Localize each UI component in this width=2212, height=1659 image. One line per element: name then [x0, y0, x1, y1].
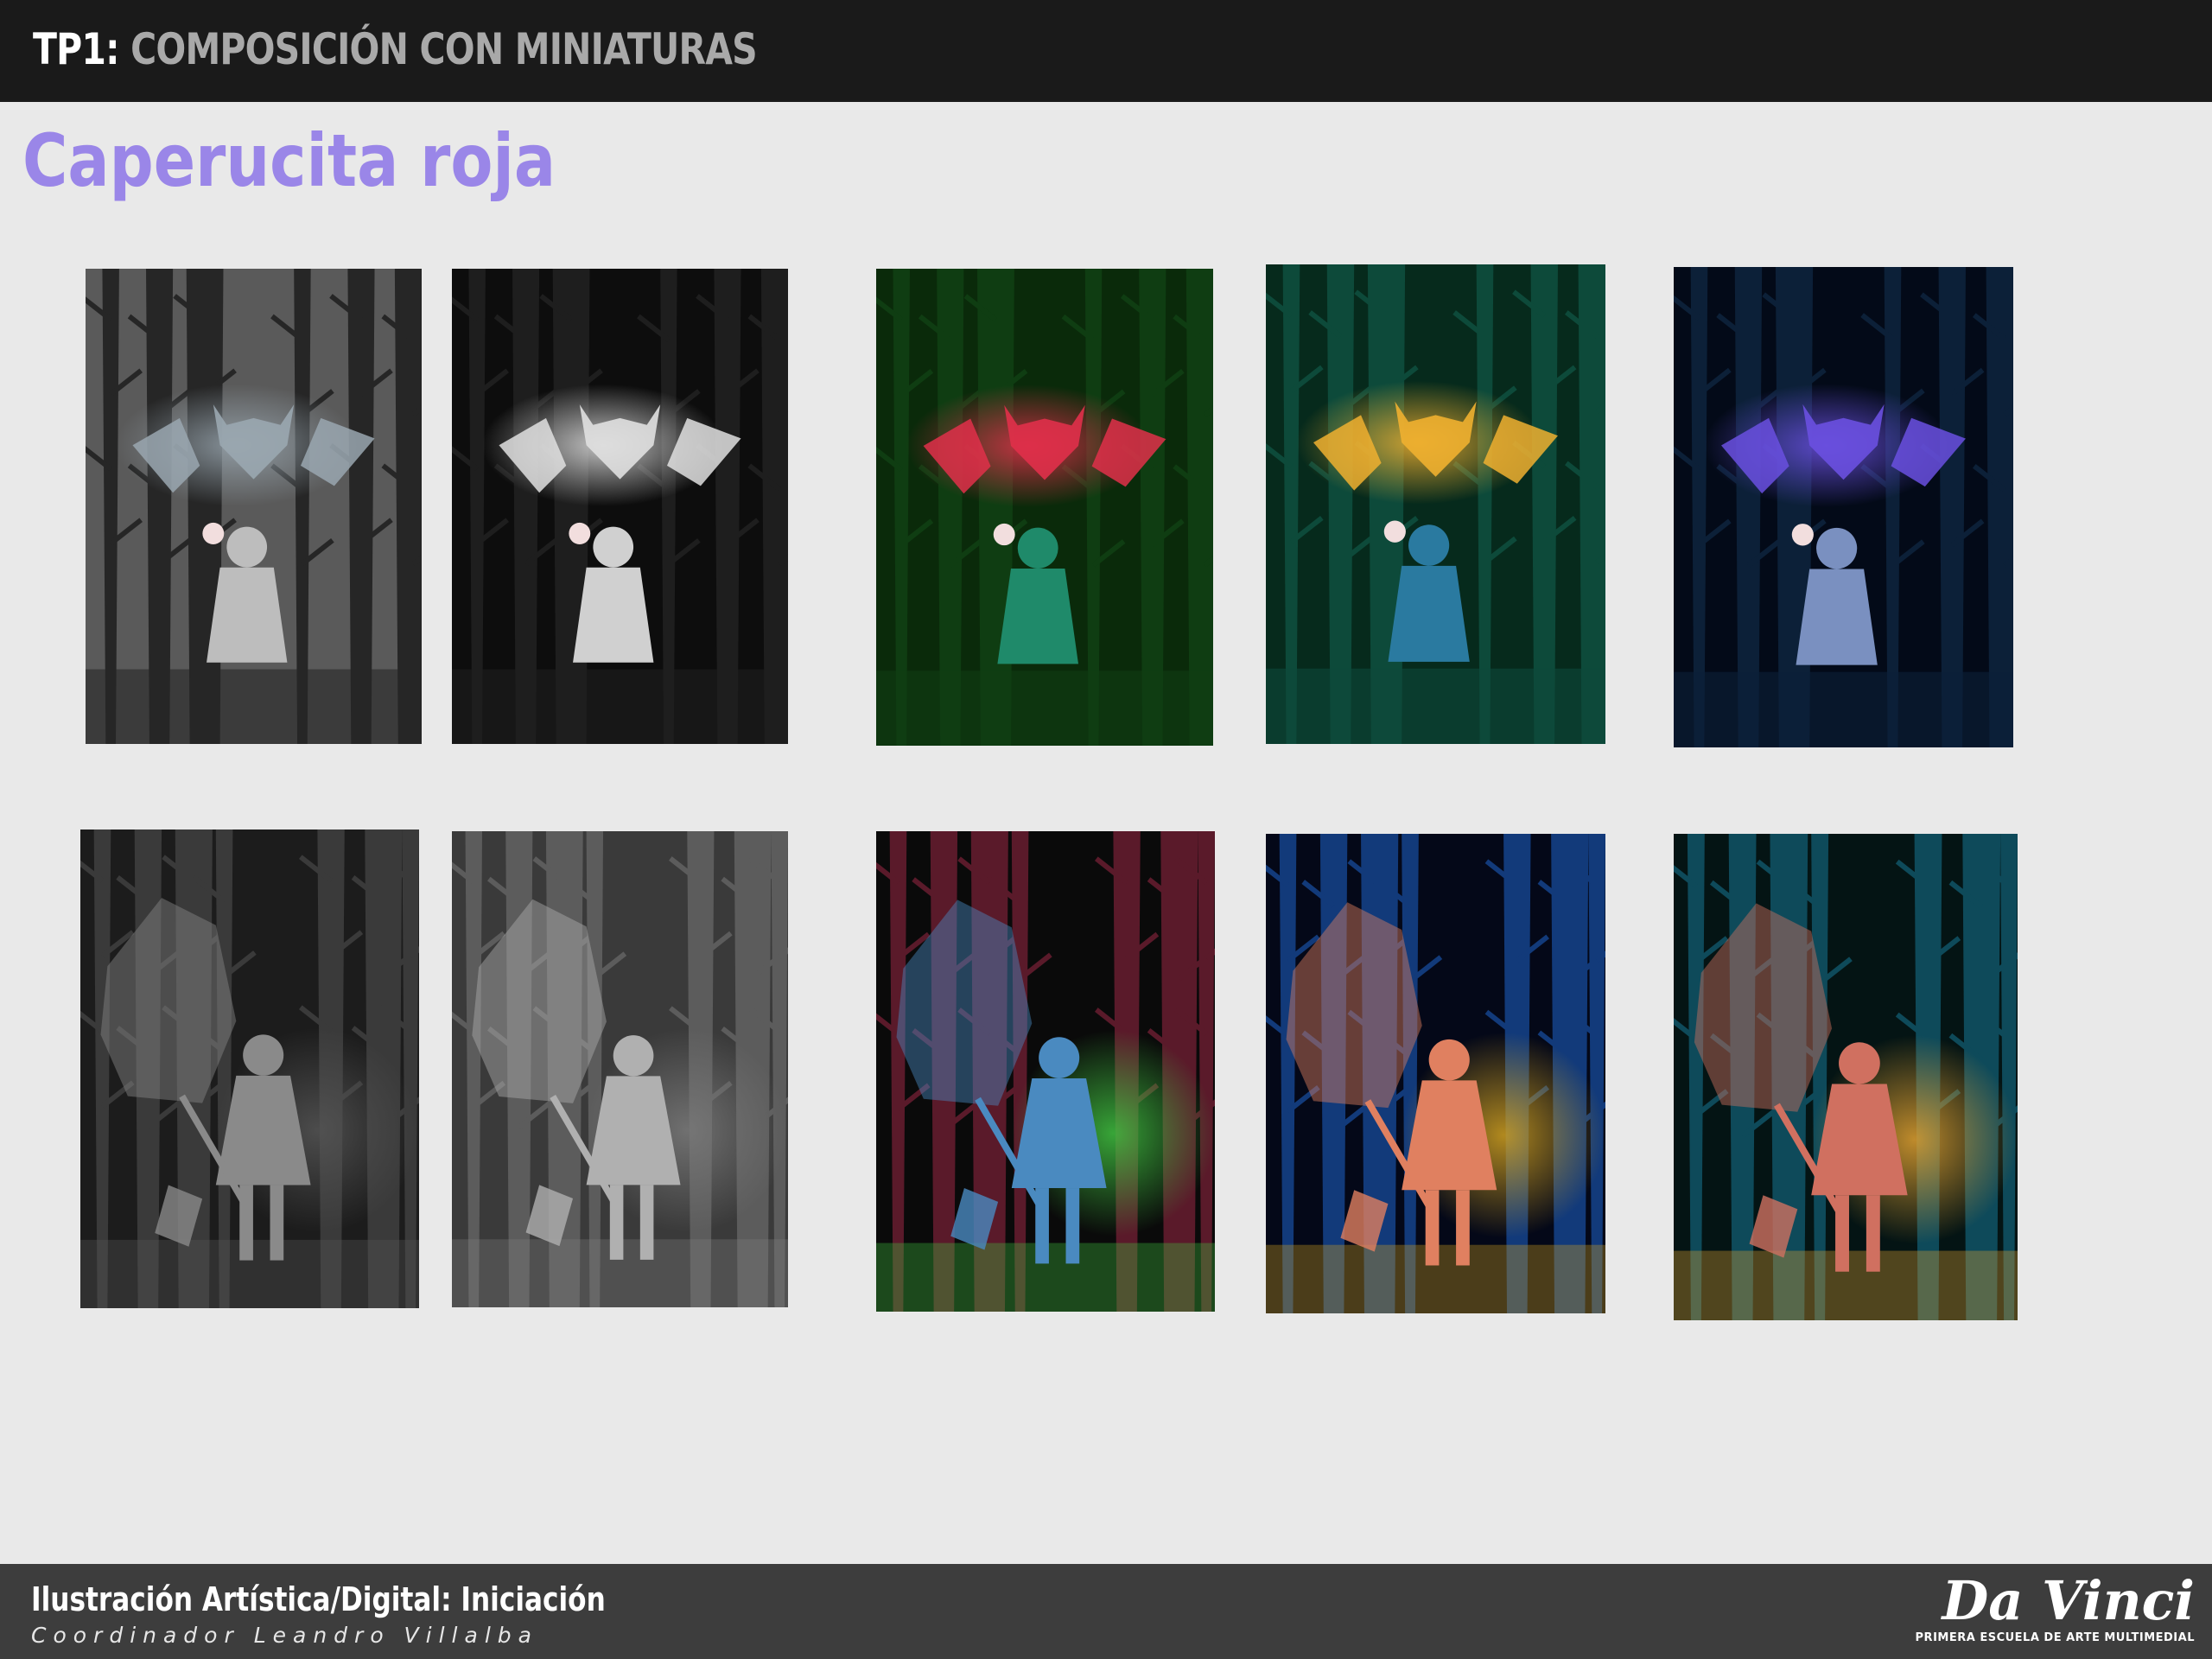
thumb-wolf-color-magenta-illustration: [876, 831, 1215, 1312]
footer-coordinator: Coordinador Leandro Villalba: [31, 1623, 538, 1648]
thumb-color-blue: [1674, 267, 2013, 747]
footer-bar: Ilustración Artística/Digital: Iniciació…: [0, 1564, 2212, 1659]
header-subtitle: COMPOSICIÓN CON MINIATURAS: [130, 24, 758, 74]
thumb-wolf-value-gray-illustration: [452, 831, 788, 1307]
thumb-color-yellow-illustration: [1266, 264, 1605, 744]
thumb-value-dark-illustration: [452, 269, 788, 744]
thumb-wolf-value-gray: [452, 831, 788, 1307]
thumb-wolf-color-blue-illustration: [1266, 834, 1605, 1313]
thumb-wolf-value-dark-illustration: [80, 830, 419, 1308]
thumb-value-gray-illustration: [86, 269, 422, 744]
thumb-color-yellow: [1266, 264, 1605, 744]
header-bar: TP1: COMPOSICIÓN CON MINIATURAS: [0, 0, 2212, 102]
thumb-wolf-value-dark: [80, 830, 419, 1308]
header-tp-label: TP1:: [33, 24, 119, 74]
thumb-value-dark: [452, 269, 788, 744]
logo-script: Da Vinci: [1942, 1569, 2195, 1632]
thumb-color-red: [876, 269, 1213, 746]
thumb-color-blue-illustration: [1674, 267, 2013, 747]
davinci-logo: Da Vinci PRIMERA ESCUELA DE ARTE MULTIME…: [1916, 1569, 2195, 1654]
logo-tagline: PRIMERA ESCUELA DE ARTE MULTIMEDIAL: [1915, 1631, 2195, 1644]
thumb-wolf-color-magenta: [876, 831, 1215, 1312]
footer-course: Ilustración Artística/Digital: Iniciació…: [31, 1580, 606, 1618]
thumb-value-gray: [86, 269, 422, 744]
thumb-wolf-color-blue: [1266, 834, 1605, 1313]
page-title: Caperucita roja: [22, 118, 556, 203]
thumb-color-red-illustration: [876, 269, 1213, 746]
header-title: TP1: COMPOSICIÓN CON MINIATURAS: [33, 19, 758, 79]
thumb-wolf-color-teal: [1674, 834, 2018, 1320]
thumb-wolf-color-teal-illustration: [1674, 834, 2018, 1320]
